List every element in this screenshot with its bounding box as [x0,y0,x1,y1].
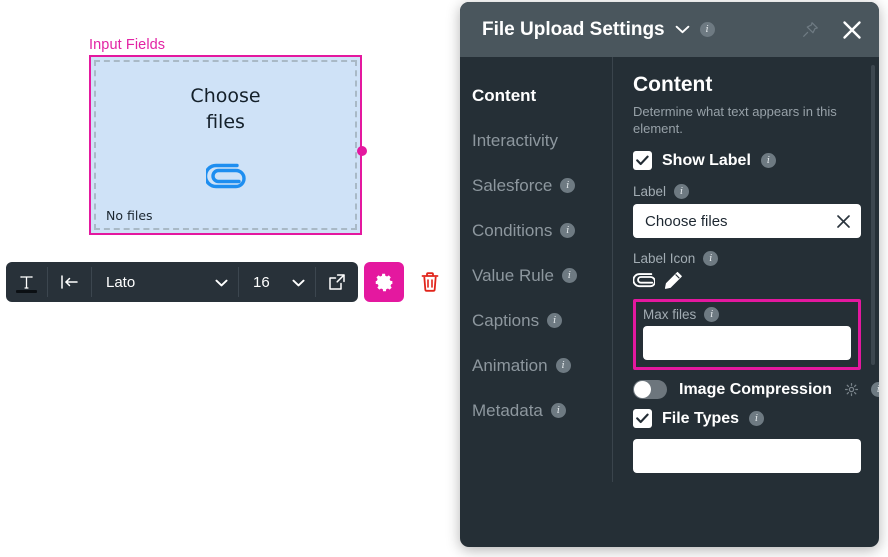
text-color-icon[interactable] [6,262,47,302]
file-upload-element[interactable]: Choose files No files [89,55,362,235]
label-field-label: Label [633,184,667,199]
label-icon-controls [633,271,861,290]
nav-item-conditions[interactable]: Conditions i [472,208,613,253]
checkmark-icon [636,413,649,424]
info-icon[interactable]: i [547,313,563,328]
settings-gear-button[interactable] [364,262,404,302]
info-icon[interactable]: i [560,178,576,193]
info-icon[interactable]: i [561,268,577,283]
nav-label: Animation [472,355,548,375]
file-types-checkbox[interactable] [633,409,652,428]
label-input-value: Choose files [645,212,728,230]
image-compression-label: Image Compression [679,380,832,398]
toolbar-group: Lato 16 [6,262,358,302]
element-status-text: No files [106,208,153,223]
nav-item-animation[interactable]: Animation i [472,343,613,388]
panel-header: File Upload Settings i [460,2,879,57]
nav-item-salesforce[interactable]: Salesforce i [472,163,613,208]
label-text-input[interactable]: Choose files [633,204,861,238]
trash-icon [421,272,439,292]
panel-title: File Upload Settings [482,18,665,40]
font-family-value: Lato [106,273,136,291]
paperclip-icon [205,163,246,189]
image-compression-toggle[interactable] [633,380,667,399]
show-label-row[interactable]: Show Label i [633,151,861,170]
font-size-value: 16 [253,273,270,291]
panel-scrollbar[interactable] [871,65,875,365]
panel-nav-sidebar[interactable]: Content Interactivity Salesforce i Condi… [460,57,613,547]
pencil-icon[interactable] [664,271,683,290]
element-label-line2: files [206,111,245,133]
canvas-group-label: Input Fields [89,37,166,53]
nav-label: Value Rule [472,265,554,285]
info-icon[interactable]: i [560,223,576,238]
paperclip-icon[interactable] [633,272,655,289]
label-icon-label-row: Label Icon i [633,251,861,266]
show-label-text: Show Label [662,151,751,169]
font-family-select[interactable]: Lato [92,262,238,302]
info-icon[interactable]: i [555,358,571,373]
panel-title-info-icon[interactable]: i [699,22,715,37]
file-types-label: File Types [662,409,740,427]
file-types-input[interactable] [633,439,861,473]
element-label: Choose files [91,83,360,135]
delete-element-button[interactable] [410,262,450,302]
info-icon[interactable]: i [704,307,720,322]
nav-label: Metadata [472,400,543,420]
gear-icon [375,273,392,291]
nav-label: Interactivity [472,130,558,150]
nav-item-value-rule[interactable]: Value Rule i [472,253,613,298]
align-indent-icon[interactable] [48,262,91,302]
max-files-block: Max files i [633,299,861,370]
external-link-icon[interactable] [316,262,358,302]
element-toolbar[interactable]: Lato 16 [6,262,450,302]
info-icon[interactable]: i [760,153,776,168]
panel-body: Content Interactivity Salesforce i Condi… [460,57,879,547]
text-color-swatch [16,290,37,293]
label-field-block: Label i Choose files [633,184,861,238]
image-compression-row[interactable]: Image Compression i [633,380,879,399]
nav-item-interactivity[interactable]: Interactivity [472,118,613,163]
show-label-checkbox[interactable] [633,151,652,170]
pin-icon[interactable] [802,21,819,38]
element-label-line1: Choose [190,85,261,107]
max-files-input[interactable] [643,326,851,360]
panel-content-pane: Content Determine what text appears in t… [613,57,879,547]
chevron-down-icon[interactable] [675,25,690,34]
toggle-knob [634,381,651,398]
font-size-select[interactable]: 16 [239,262,315,302]
content-description: Determine what text appears in this elem… [633,104,837,136]
chevron-down-icon [215,274,228,291]
nav-label: Conditions [472,220,553,240]
info-icon[interactable]: i [550,403,566,418]
info-icon[interactable]: i [674,184,690,199]
max-files-label: Max files [643,307,697,322]
info-icon[interactable]: i [703,251,719,266]
nav-label: Salesforce [472,175,553,195]
close-icon[interactable] [841,19,863,41]
nav-item-metadata[interactable]: Metadata i [472,388,613,433]
info-icon[interactable]: i [870,382,879,397]
checkmark-icon [636,155,649,166]
label-icon-block: Label Icon i [633,251,861,290]
info-icon[interactable]: i [749,411,765,426]
content-heading: Content [633,73,713,96]
nav-label: Captions [472,310,540,330]
max-files-label-row: Max files i [643,307,851,322]
nav-label: Content [472,85,537,105]
label-field-label-row: Label i [633,184,861,199]
settings-panel[interactable]: File Upload Settings i Content Interacti… [460,2,879,547]
clear-label-icon[interactable] [836,214,851,229]
resize-handle-right[interactable] [357,146,367,156]
label-icon-label: Label Icon [633,251,696,266]
chevron-down-icon [292,274,305,291]
nav-item-content[interactable]: Content [472,73,613,118]
file-types-row[interactable]: File Types i [633,409,861,428]
nav-item-captions[interactable]: Captions i [472,298,613,343]
image-compression-gear-icon[interactable] [844,382,859,397]
